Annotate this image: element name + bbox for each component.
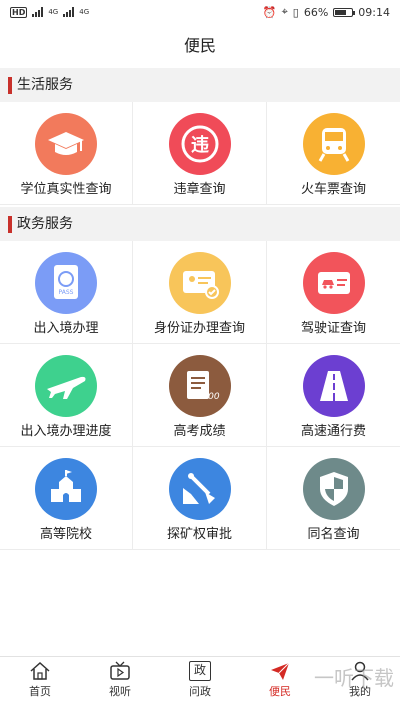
highway-icon (302, 355, 365, 417)
home-icon (29, 661, 51, 681)
tab-video[interactable]: 视听 (80, 657, 160, 701)
tv-icon (109, 661, 131, 681)
svg-text:100: 100 (202, 392, 219, 402)
service-label: 学位真实性查询 (20, 182, 112, 197)
graduation-cap-icon (35, 113, 97, 175)
tab-ask-gov[interactable]: 政 问政 (160, 657, 240, 701)
service-label: 高等院校 (39, 527, 92, 542)
tab-label: 便民 (269, 685, 291, 698)
tab-label: 首页 (29, 685, 51, 698)
tab-label: 视听 (109, 685, 131, 698)
page-title: 便民 (183, 36, 216, 55)
service-exam-score[interactable]: 100 高考成绩 (133, 344, 267, 447)
passport-icon: PASS (35, 252, 97, 314)
person-icon (349, 661, 371, 681)
service-id-card[interactable]: 身份证办理查询 (133, 241, 267, 344)
alarm-icon: ⏰ (262, 5, 277, 19)
network-label: 4G (79, 8, 90, 16)
svg-text:PASS: PASS (59, 289, 74, 296)
service-label: 同名查询 (307, 527, 360, 542)
service-university[interactable]: 高等院校 (0, 447, 133, 550)
service-train-ticket[interactable]: 火车票查询 (267, 102, 400, 205)
service-highway-toll[interactable]: 高速通行费 (267, 344, 400, 447)
service-degree-verify[interactable]: 学位真实性查询 (0, 102, 133, 205)
status-left: HD 4G 4G (10, 6, 90, 18)
status-right: ⏰ ⌖ ▯ 66% 09:14 (263, 5, 390, 19)
svg-text:违: 违 (191, 134, 209, 156)
service-label: 出入境办理进度 (20, 424, 112, 439)
university-icon (35, 458, 97, 520)
signal-icon (63, 7, 75, 17)
service-label: 驾驶证查询 (300, 321, 366, 336)
train-icon (302, 113, 365, 175)
exam-score-icon: 100 (168, 355, 231, 417)
service-label: 探矿权审批 (166, 527, 232, 542)
bottom-tab-bar: 首页 视听 政 问政 便民 我的 (0, 656, 400, 701)
section-title: 生活服务 (17, 77, 73, 93)
driver-license-icon (302, 252, 365, 314)
section-accent-bar (8, 77, 12, 94)
id-card-icon (168, 252, 231, 314)
life-services-grid: 学位真实性查询 违 违章查询 火车票查询 (0, 102, 400, 205)
hd-icon: HD (10, 6, 28, 18)
battery-percent: 66% (303, 5, 329, 19)
traffic-violation-icon: 违 (168, 113, 231, 175)
vibrate-icon: ▯ (292, 5, 299, 19)
section-header-gov: 政务服务 (0, 207, 400, 241)
tab-home[interactable]: 首页 (0, 657, 80, 701)
battery-icon (333, 7, 356, 17)
service-driver-license[interactable]: 驾驶证查询 (267, 241, 400, 344)
clock: 09:14 (358, 5, 390, 19)
status-bar: HD 4G 4G ⏰ ⌖ ▯ 66% 09:14 (0, 0, 400, 24)
service-label: 火车票查询 (300, 182, 366, 197)
section-title: 政务服务 (17, 216, 73, 232)
send-icon (269, 661, 291, 681)
service-mining-approval[interactable]: 探矿权审批 (133, 447, 267, 550)
service-label: 身份证办理查询 (153, 321, 245, 336)
airplane-icon (35, 355, 97, 417)
tab-label: 问政 (189, 685, 211, 698)
section-accent-bar (8, 216, 12, 233)
location-icon: ⌖ (281, 5, 288, 18)
battery-fill (335, 9, 346, 15)
service-label: 出入境办理 (33, 321, 99, 336)
section-header-life: 生活服务 (0, 68, 400, 102)
service-traffic-violation[interactable]: 违 违章查询 (133, 102, 267, 205)
service-label: 违章查询 (173, 182, 226, 197)
ask-gov-icon: 政 (189, 661, 211, 681)
tab-mine[interactable]: 我的 (320, 657, 400, 701)
service-label: 高速通行费 (300, 424, 366, 439)
mining-icon (168, 458, 231, 520)
gov-services-grid: PASS 出入境办理 身份证办理查询 驾驶证查询 出入境办理进度 100 高考成… (0, 241, 400, 550)
network-label: 4G (48, 8, 59, 16)
service-exit-entry-progress[interactable]: 出入境办理进度 (0, 344, 133, 447)
tab-label: 我的 (349, 685, 371, 698)
signal-icon (32, 7, 44, 17)
shield-icon (302, 458, 365, 520)
service-exit-entry[interactable]: PASS 出入境办理 (0, 241, 133, 344)
tab-convenience[interactable]: 便民 (240, 657, 320, 701)
service-label: 高考成绩 (173, 424, 226, 439)
service-same-name[interactable]: 同名查询 (267, 447, 400, 550)
ask-gov-glyph: 政 (193, 663, 206, 677)
